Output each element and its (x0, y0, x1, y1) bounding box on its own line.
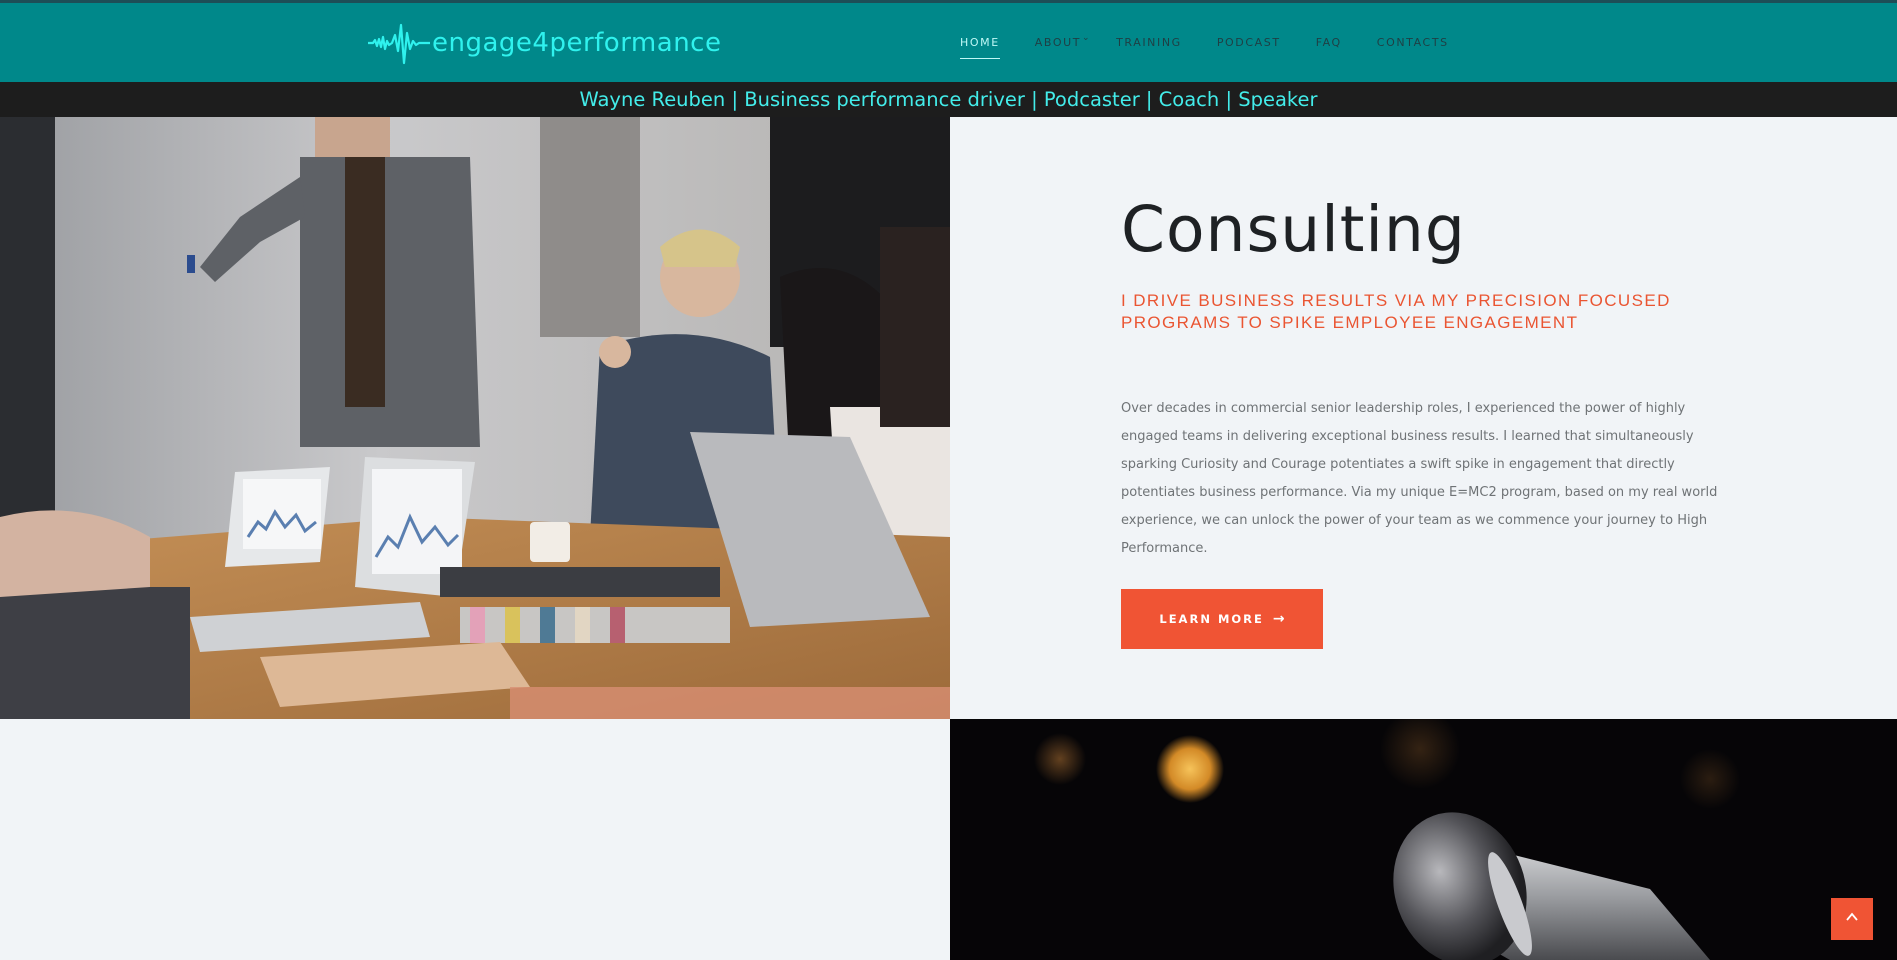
nav-item-contacts[interactable]: CONTACTS (1377, 30, 1449, 55)
nav-item-about-label: ABOUT (1034, 36, 1082, 49)
meeting-photo (0, 117, 950, 719)
learn-more-label: LEARN MORE (1159, 612, 1264, 626)
nav-item-podcast[interactable]: PODCAST (1217, 30, 1281, 55)
nav-item-home[interactable]: HOME (960, 30, 1000, 59)
main-nav: HOME ABOUT ⌄ TRAINING PODCAST FAQ CONTACT… (960, 3, 1484, 82)
soundwave-icon (368, 19, 430, 67)
empty-panel (0, 719, 950, 960)
consulting-subtitle: I DRIVE BUSINESS RESULTS VIA MY PRECISIO… (1121, 291, 1671, 332)
chevron-up-icon (1844, 909, 1860, 930)
logo-text: engage4performance (432, 28, 722, 58)
consulting-title: Consulting (1121, 193, 1466, 266)
site-logo[interactable]: engage4performance (368, 19, 721, 67)
back-to-top-button[interactable] (1831, 898, 1873, 940)
arrow-right-icon: → (1272, 611, 1285, 627)
tagline-bar: Wayne Reuben | Business performance driv… (0, 82, 1897, 117)
learn-more-button[interactable]: LEARN MORE → (1121, 589, 1323, 649)
tagline-text: Wayne Reuben | Business performance driv… (579, 88, 1318, 111)
nav-item-training[interactable]: TRAINING (1116, 30, 1182, 55)
consulting-body: Over decades in commercial senior leader… (1121, 401, 1718, 556)
nav-item-about[interactable]: ABOUT ⌄ (1034, 30, 1090, 55)
microphone-photo (950, 719, 1897, 960)
site-header: engage4performance HOME ABOUT ⌄ TRAINING … (0, 0, 1897, 82)
nav-item-faq[interactable]: FAQ (1316, 30, 1342, 55)
consulting-section: Consulting I DRIVE BUSINESS RESULTS VIA … (950, 117, 1897, 719)
chevron-down-icon: ⌄ (1081, 33, 1092, 43)
